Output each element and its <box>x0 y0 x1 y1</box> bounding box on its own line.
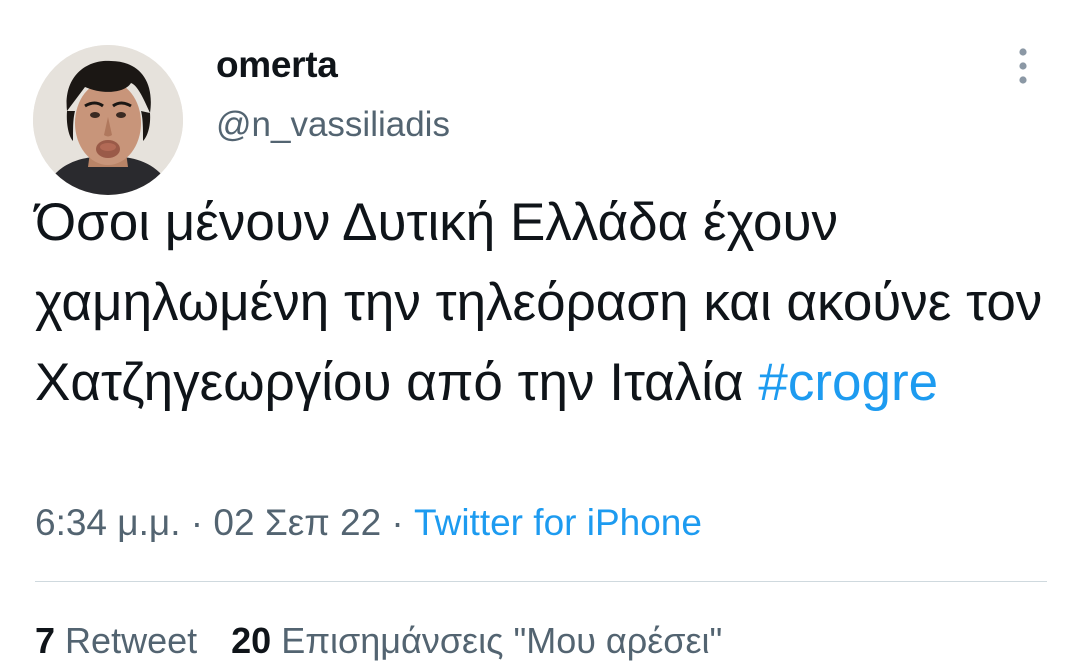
tweet-source-link[interactable]: Twitter for iPhone <box>414 502 702 543</box>
hashtag-link[interactable]: #crogre <box>758 353 938 412</box>
likes-count: 20 <box>231 620 272 661</box>
tweet-card: omerta @n_vassiliadis Όσοι μένουν Δυτική… <box>0 0 1080 668</box>
tweet-time[interactable]: 6:34 μ.μ. <box>35 502 181 543</box>
likes-label: Επισημάνσεις "Μου αρέσει" <box>281 620 723 661</box>
tweet-meta: 6:34 μ.μ. · 02 Σεπ 22 · Twitter for iPho… <box>35 502 702 544</box>
meta-separator: · <box>381 502 415 543</box>
avatar-photo-icon <box>33 45 183 195</box>
retweets-count: 7 <box>35 620 56 661</box>
tweet-date[interactable]: 02 Σεπ 22 <box>213 502 381 543</box>
user-handle[interactable]: @n_vassiliadis <box>216 105 450 145</box>
tweet-stats: 7 Retweet 20 Επισημάνσεις "Μου αρέσει" <box>35 620 722 662</box>
meta-separator: · <box>180 502 214 543</box>
display-name[interactable]: omerta <box>216 44 338 86</box>
tweet-text: Όσοι μένουν Δυτική Ελλάδα έχουν χαμηλωμέ… <box>35 183 1055 423</box>
more-vertical-icon[interactable] <box>1008 44 1038 88</box>
retweets-label: Retweet <box>65 620 198 661</box>
divider <box>35 581 1047 582</box>
avatar[interactable] <box>33 45 183 195</box>
likes-stat[interactable]: 20 Επισημάνσεις "Μου αρέσει" <box>231 620 722 661</box>
retweets-stat[interactable]: 7 Retweet <box>35 620 197 661</box>
